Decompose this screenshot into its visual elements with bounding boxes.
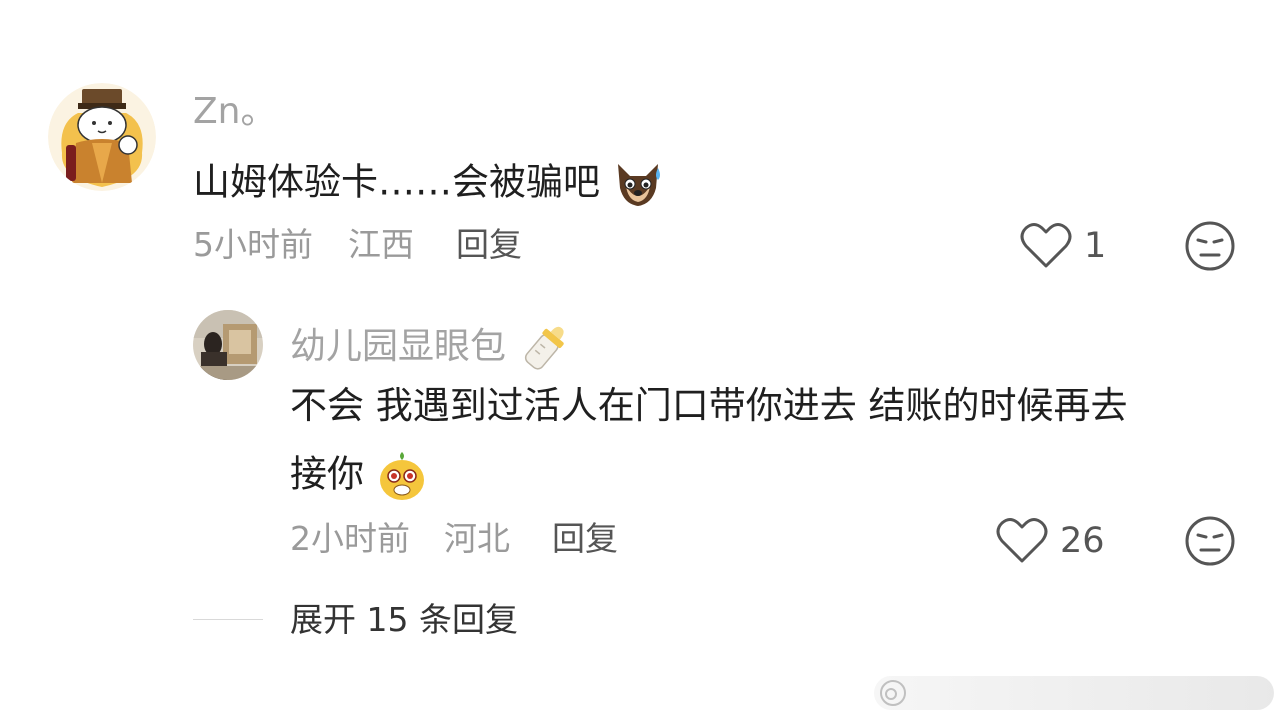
- expand-replies-button[interactable]: 展开 15 条回复: [290, 603, 518, 636]
- comment-location: 江西: [348, 225, 414, 264]
- dislike-face-icon[interactable]: [1184, 220, 1236, 272]
- comment-text: 山姆体验卡……会被骗吧: [193, 160, 664, 208]
- reply-dislike-face-icon[interactable]: [1184, 515, 1236, 567]
- reply-avatar[interactable]: [193, 310, 263, 380]
- reply-time: 2小时前: [290, 519, 410, 558]
- comment-time: 5小时前: [193, 225, 313, 264]
- reply-reply-button[interactable]: 回复: [552, 522, 618, 555]
- dizzy-face-emoji-icon: [376, 450, 428, 502]
- username[interactable]: Zn。: [193, 94, 276, 130]
- reply-location: 河北: [444, 519, 510, 558]
- reply-text-line1: 不会 我遇到过活人在门口带你进去 结账的时候再去: [290, 384, 1128, 427]
- expand-divider: [193, 619, 263, 620]
- like-count: 1: [1084, 226, 1107, 266]
- comment-text-content: 山姆体验卡……会被骗吧: [193, 160, 600, 204]
- baby-bottle-emoji-icon: [517, 320, 573, 376]
- reply-username[interactable]: 幼儿园显眼包: [290, 320, 573, 376]
- heart-icon[interactable]: [1020, 222, 1072, 270]
- avatar[interactable]: [48, 83, 156, 191]
- dog-sweat-emoji-icon: [612, 160, 664, 208]
- reply-text-line2: 接你: [290, 450, 428, 502]
- photo-avatar-icon: [193, 310, 263, 380]
- reply-heart-icon[interactable]: [996, 517, 1048, 565]
- reply-username-text: 幼儿园显眼包: [290, 326, 507, 367]
- watermark: [874, 676, 1274, 710]
- cat-emperor-avatar-icon: [48, 83, 156, 191]
- reply-like-count: 26: [1060, 521, 1105, 561]
- reply-text-line2-content: 接你: [290, 452, 364, 496]
- weibo-logo-icon: [880, 680, 906, 706]
- comment-thread: Zn。 山姆体验卡……会被骗吧 5小时前 江西 回复 1 幼儿园显眼包 不会 我…: [0, 0, 1284, 721]
- reply-button[interactable]: 回复: [456, 228, 522, 261]
